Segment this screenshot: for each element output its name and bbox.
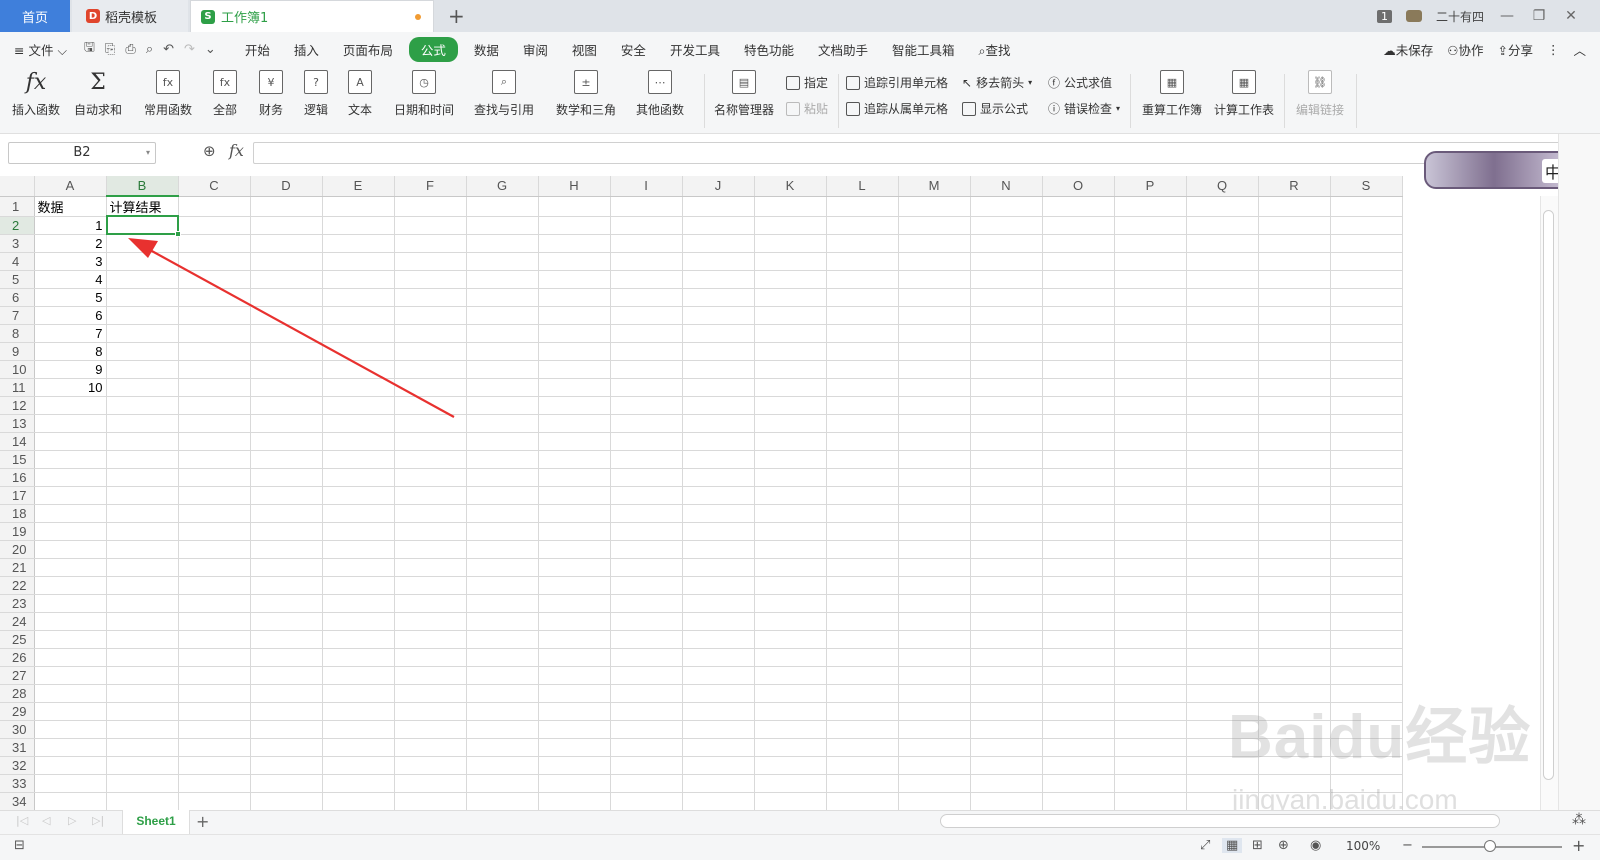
sheet-tab[interactable]: Sheet1: [122, 810, 190, 834]
zoom-in-icon[interactable]: +: [1572, 836, 1585, 855]
macro-icon[interactable]: ⊟: [14, 838, 25, 853]
eye-protection-icon[interactable]: ◉: [1310, 838, 1321, 853]
vertical-scroll-thumb[interactable]: [1543, 210, 1554, 780]
grid-view-icon[interactable]: ⁂: [1572, 812, 1586, 828]
baidu-watermark: Baidu经验: [1228, 703, 1532, 772]
normal-view-icon[interactable]: ▦: [1222, 838, 1243, 853]
arrow-shaft: [149, 249, 455, 418]
zoom-out-icon[interactable]: −: [1402, 838, 1413, 853]
page-layout-icon[interactable]: ⊕: [1278, 838, 1289, 853]
zoom-level[interactable]: 100%: [1346, 839, 1380, 853]
fullscreen-icon[interactable]: ⤢: [1200, 838, 1210, 853]
first-sheet-icon[interactable]: |◁: [16, 814, 28, 827]
page-break-icon[interactable]: ⊞: [1252, 838, 1263, 853]
side-panel: [1558, 134, 1600, 810]
prev-sheet-icon[interactable]: ◁: [42, 814, 50, 827]
last-sheet-icon[interactable]: ▷|: [92, 814, 104, 827]
add-sheet-button[interactable]: +: [196, 812, 209, 831]
zoom-slider-knob[interactable]: [1484, 840, 1496, 852]
next-sheet-icon[interactable]: ▷: [68, 814, 76, 827]
arrow-head: [128, 238, 158, 258]
horizontal-scrollbar[interactable]: [940, 814, 1500, 828]
